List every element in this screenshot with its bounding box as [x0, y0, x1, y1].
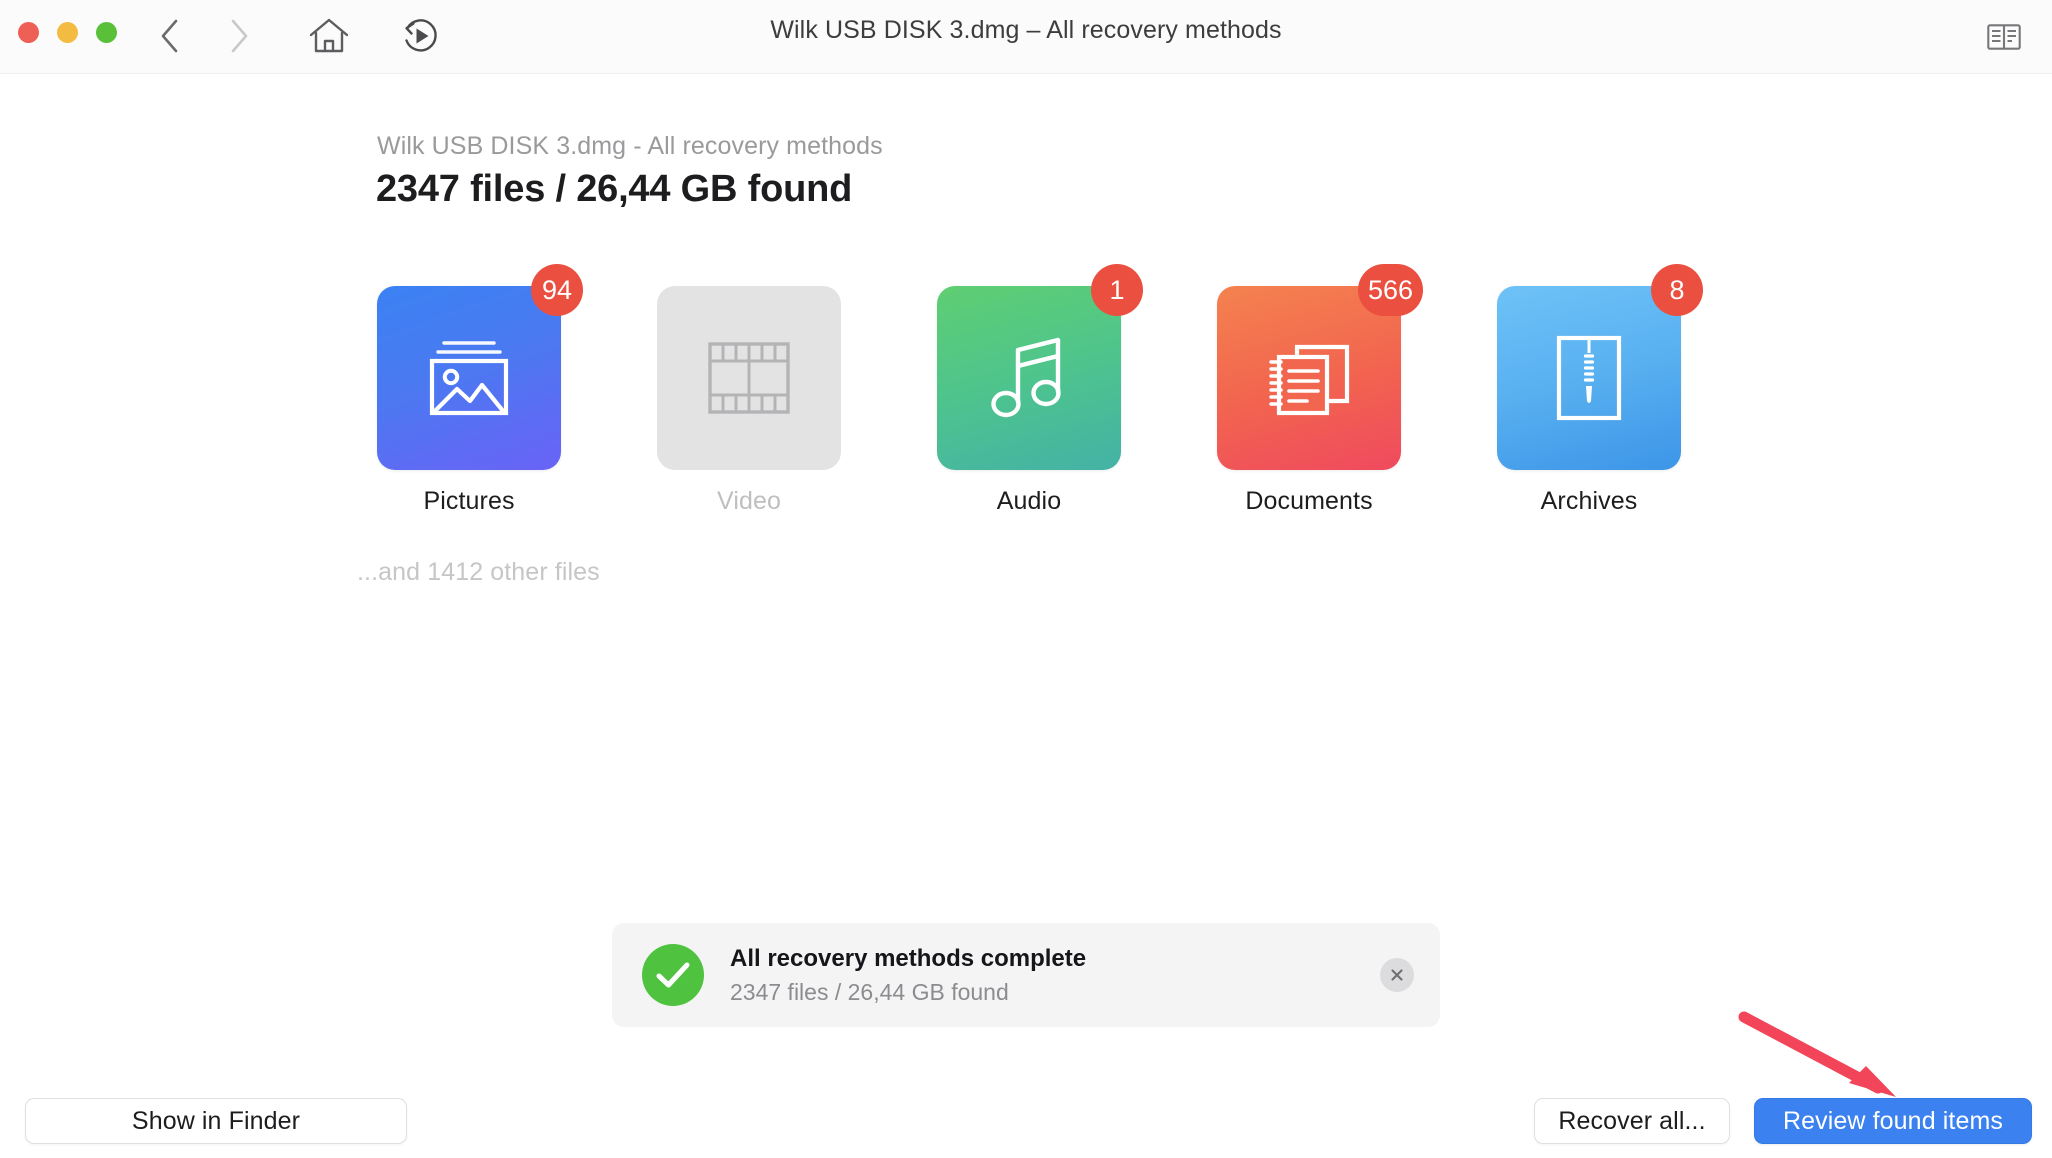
pictures-label: Pictures: [423, 487, 515, 515]
category-tile-audio[interactable]: 1 Audio: [937, 264, 1143, 516]
archives-tile-surface[interactable]: 8: [1497, 264, 1703, 470]
red-pointer-arrow: [1738, 1011, 1896, 1097]
close-icon: [1391, 969, 1403, 981]
audio-label: Audio: [996, 487, 1062, 515]
notification-title: All recovery methods complete: [730, 944, 1087, 972]
checkmark-icon: [656, 962, 690, 988]
category-tile-archives[interactable]: 8 Archives: [1497, 264, 1703, 516]
documents-tile-surface[interactable]: 566: [1217, 264, 1423, 470]
pictures-count-badge: 94: [531, 264, 583, 316]
completion-notification: All recovery methods complete 2347 files…: [612, 923, 1440, 1027]
app-window: Wilk USB DISK 3.dmg – All recovery metho…: [0, 0, 2052, 1158]
success-badge: [642, 944, 704, 1006]
category-tile-documents[interactable]: 566 Documents: [1217, 264, 1423, 516]
reader-view-icon: [1987, 24, 2021, 50]
audio-tile-surface[interactable]: 1: [937, 264, 1143, 470]
documents-label: Documents: [1245, 487, 1373, 515]
film-icon: [708, 342, 790, 414]
scan-source-subtitle: Wilk USB DISK 3.dmg - All recovery metho…: [377, 132, 883, 160]
notification-close-button[interactable]: [1380, 958, 1414, 992]
reader-view-button[interactable]: [1978, 14, 2030, 60]
video-label: Video: [717, 487, 781, 515]
documents-icon: [1269, 344, 1350, 416]
documents-count-badge: 566: [1357, 264, 1423, 316]
other-files-note: ...and 1412 other files: [357, 558, 600, 586]
notification-text: All recovery methods complete 2347 files…: [730, 944, 1380, 1007]
pictures-tile-surface[interactable]: 94: [377, 264, 583, 470]
show-in-finder-button[interactable]: Show in Finder: [25, 1098, 407, 1144]
archives-count-badge: 8: [1651, 264, 1703, 316]
page-title: 2347 files / 26,44 GB found: [376, 168, 853, 210]
video-tile-surface: [657, 286, 841, 470]
picture-icon: [429, 341, 509, 416]
music-note-icon: [991, 337, 1061, 418]
review-found-items-button[interactable]: Review found items: [1754, 1098, 2032, 1144]
notification-subtitle: 2347 files / 26,44 GB found: [730, 978, 1009, 1005]
title-bar: Wilk USB DISK 3.dmg – All recovery metho…: [0, 0, 2052, 74]
zip-icon: [1556, 335, 1622, 421]
audio-count-badge: 1: [1091, 264, 1143, 316]
window-title: Wilk USB DISK 3.dmg – All recovery metho…: [770, 16, 1282, 44]
category-tile-pictures[interactable]: 94 Pictures: [377, 264, 583, 516]
category-tile-video: Video: [657, 286, 841, 516]
recover-all-button[interactable]: Recover all...: [1534, 1098, 1730, 1144]
archives-label: Archives: [1540, 487, 1638, 515]
category-tile-row: 94 Pictures Video 1 Audio 566 Documents …: [377, 264, 1703, 516]
